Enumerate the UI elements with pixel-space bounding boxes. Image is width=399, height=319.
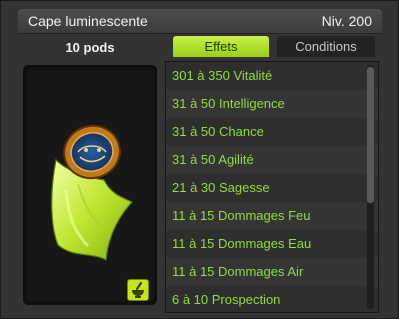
effect-row: 21 à 30 Sagesse xyxy=(166,174,378,202)
effect-row: 11 à 15 Dommages Feu xyxy=(166,202,378,230)
tab-conditions[interactable]: Conditions xyxy=(277,36,375,57)
item-name: Cape luminescente xyxy=(28,13,148,29)
item-tooltip-panel: Cape luminescente Niv. 200 10 pods Effet… xyxy=(0,0,399,319)
effects-scrollbar[interactable] xyxy=(367,65,374,309)
effect-row: 11 à 15 Dommages Air xyxy=(166,258,378,286)
effect-row: 31 à 50 Agilité xyxy=(166,146,378,174)
effect-row: 6 à 10 Prospection xyxy=(166,286,378,312)
effect-row: 31 à 50 Intelligence xyxy=(166,90,378,118)
cape-icon xyxy=(51,124,134,262)
scrollbar-thumb[interactable] xyxy=(367,67,374,203)
tab-effects[interactable]: Effets xyxy=(173,36,269,57)
item-header: Cape luminescente Niv. 200 xyxy=(18,9,382,34)
effect-row: 31 à 50 Chance xyxy=(166,118,378,146)
item-image-frame xyxy=(23,65,157,305)
item-weight: 10 pods xyxy=(65,40,115,55)
effects-list: 301 à 350 Vitalité 31 à 50 Intelligence … xyxy=(165,61,379,313)
effect-row: 11 à 15 Dommages Eau xyxy=(166,230,378,258)
recipe-button[interactable] xyxy=(127,279,149,301)
effect-row: 301 à 350 Vitalité xyxy=(166,62,378,90)
item-level: Niv. 200 xyxy=(321,13,372,29)
mortar-pestle-icon xyxy=(132,281,144,298)
